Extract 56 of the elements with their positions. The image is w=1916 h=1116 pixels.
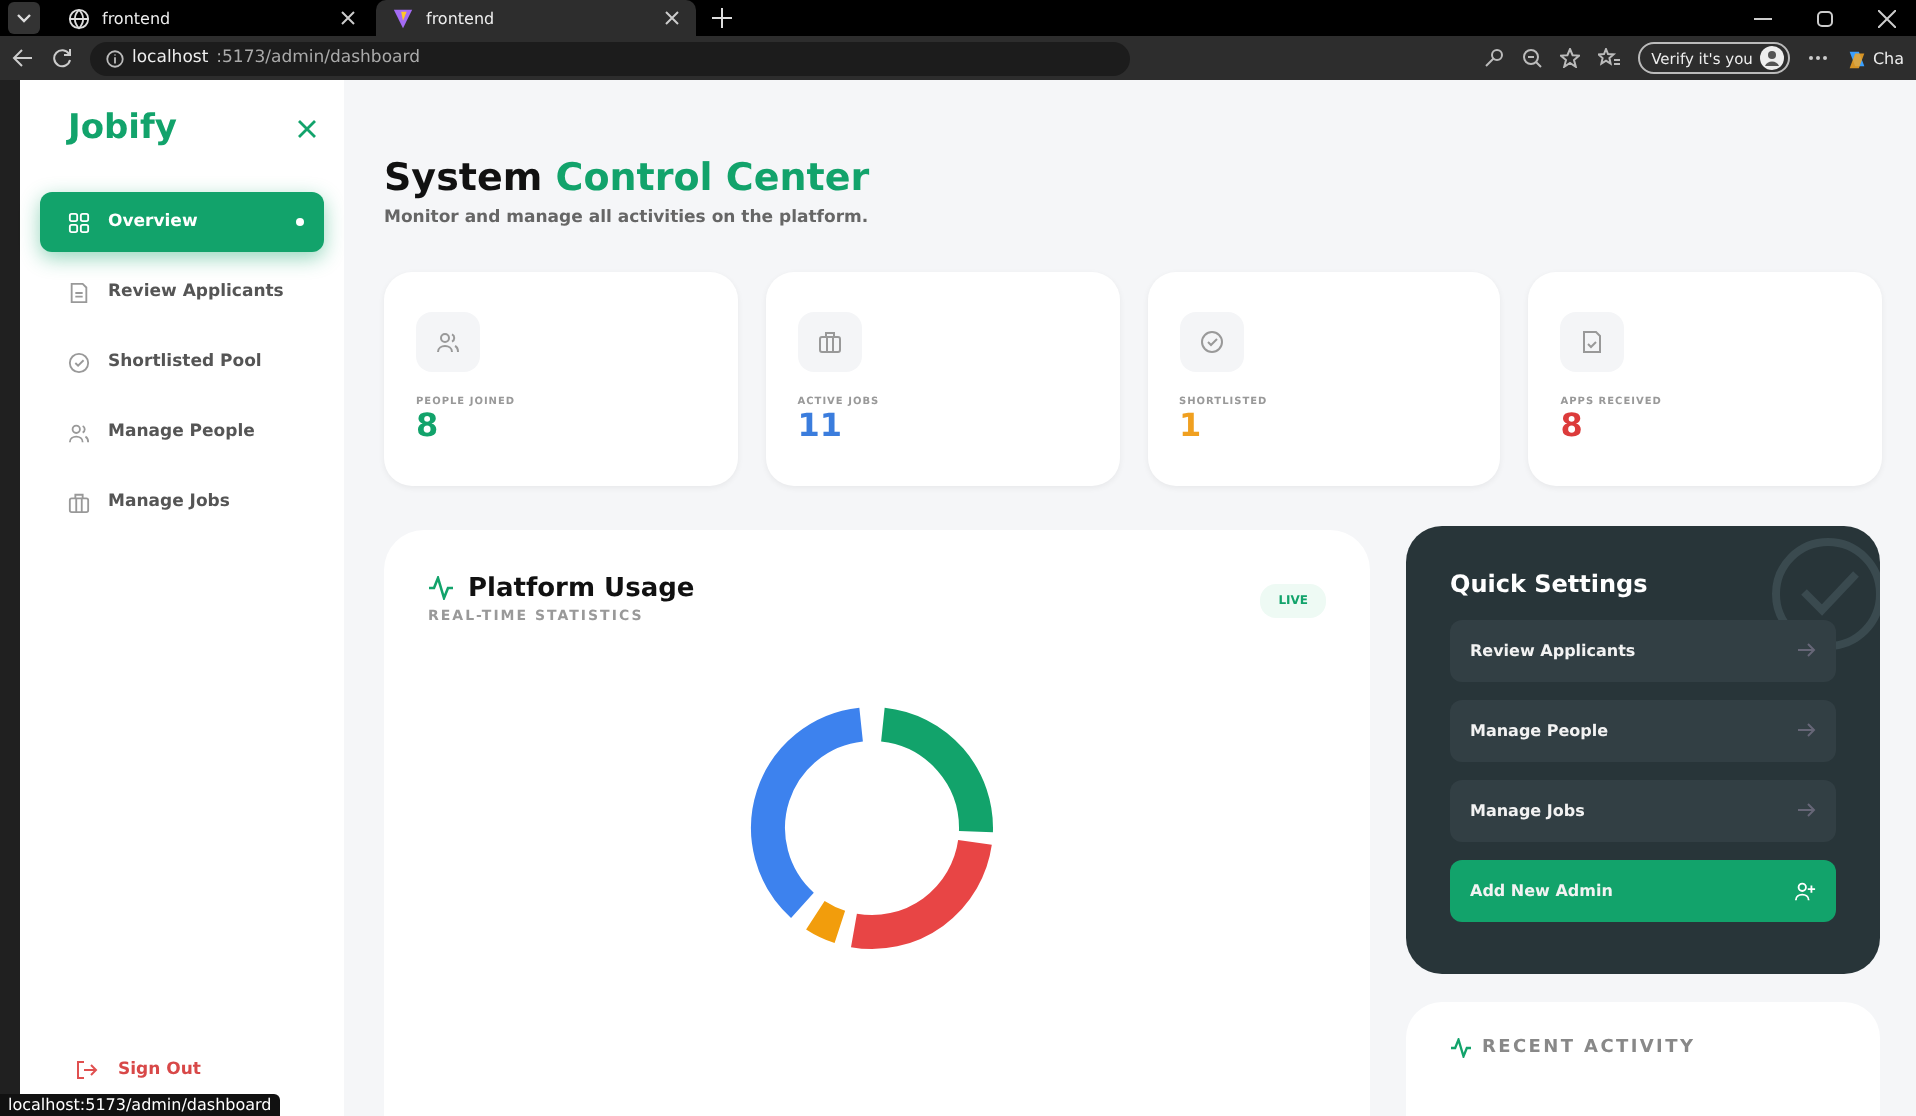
back-icon[interactable] xyxy=(12,48,34,68)
arrow-right-icon xyxy=(1798,802,1816,819)
sign-out-link[interactable]: Sign Out xyxy=(40,1060,324,1080)
sidebar-item[interactable]: Manage People xyxy=(40,402,324,462)
card-title: Platform Usage xyxy=(468,573,695,604)
sidebar-item[interactable]: Shortlisted Pool xyxy=(40,332,324,392)
app-logo: Jobify xyxy=(68,108,177,148)
quick-setting-button[interactable]: Manage Jobs xyxy=(1450,779,1836,842)
new-tab-icon[interactable] xyxy=(712,8,732,28)
add-person-icon xyxy=(1794,879,1816,902)
page-subtitle: Monitor and manage all activities on the platform. xyxy=(384,207,871,228)
copilot-button[interactable]: Cha xyxy=(1846,47,1904,69)
document-check-icon xyxy=(1583,330,1602,353)
sign-out-icon xyxy=(76,1060,98,1080)
stat-value: 1 xyxy=(1179,407,1202,443)
check-circle-icon xyxy=(1200,330,1222,353)
address-bar[interactable]: localhost :5173/admin/dashboard xyxy=(90,41,1130,75)
more-icon[interactable] xyxy=(1808,54,1829,62)
info-icon xyxy=(106,49,124,67)
browser-tab[interactable]: frontend xyxy=(52,0,372,36)
tab-list-icon[interactable] xyxy=(8,2,40,34)
activity-icon xyxy=(1450,1037,1472,1058)
close-tab-icon[interactable] xyxy=(664,10,680,26)
avatar-icon xyxy=(1760,46,1785,70)
activity-icon xyxy=(428,576,454,601)
stat-value: 8 xyxy=(1560,407,1583,443)
arrow-right-icon xyxy=(1798,722,1816,739)
page-title: System Control Center xyxy=(384,156,872,202)
briefcase-icon xyxy=(818,331,841,353)
copilot-icon xyxy=(1846,47,1869,69)
stat-value: 11 xyxy=(797,407,843,443)
people-icon xyxy=(68,421,90,443)
status-url: localhost:5173/admin/dashboard xyxy=(0,1094,280,1116)
reload-icon[interactable] xyxy=(52,48,72,68)
arrow-right-icon xyxy=(1798,642,1816,659)
card-title: RECENT ACTIVITY xyxy=(1482,1037,1696,1058)
quick-setting-button[interactable]: Manage People xyxy=(1450,699,1836,762)
vite-logo-icon xyxy=(392,7,414,29)
stat-value: 8 xyxy=(416,407,439,443)
briefcase-icon xyxy=(68,491,90,513)
panel-title: Quick Settings xyxy=(1450,569,1650,598)
close-tab-icon[interactable] xyxy=(340,10,356,26)
quick-setting-button[interactable]: Review Applicants xyxy=(1450,619,1836,682)
sidebar-item[interactable]: Review Applicants xyxy=(40,262,324,322)
globe-icon xyxy=(68,7,90,29)
browser-tab[interactable]: frontend xyxy=(376,0,696,36)
star-icon[interactable] xyxy=(1559,48,1580,68)
grid-icon xyxy=(68,211,90,233)
document-icon xyxy=(68,281,90,303)
sidebar-item[interactable]: Manage Jobs xyxy=(40,472,324,532)
people-icon xyxy=(437,332,459,353)
check-circle-icon xyxy=(68,351,90,373)
favorites-icon[interactable] xyxy=(1597,48,1620,68)
zoom-icon[interactable] xyxy=(1521,48,1542,68)
restore-icon[interactable] xyxy=(1816,9,1834,27)
close-icon[interactable] xyxy=(1878,9,1896,27)
